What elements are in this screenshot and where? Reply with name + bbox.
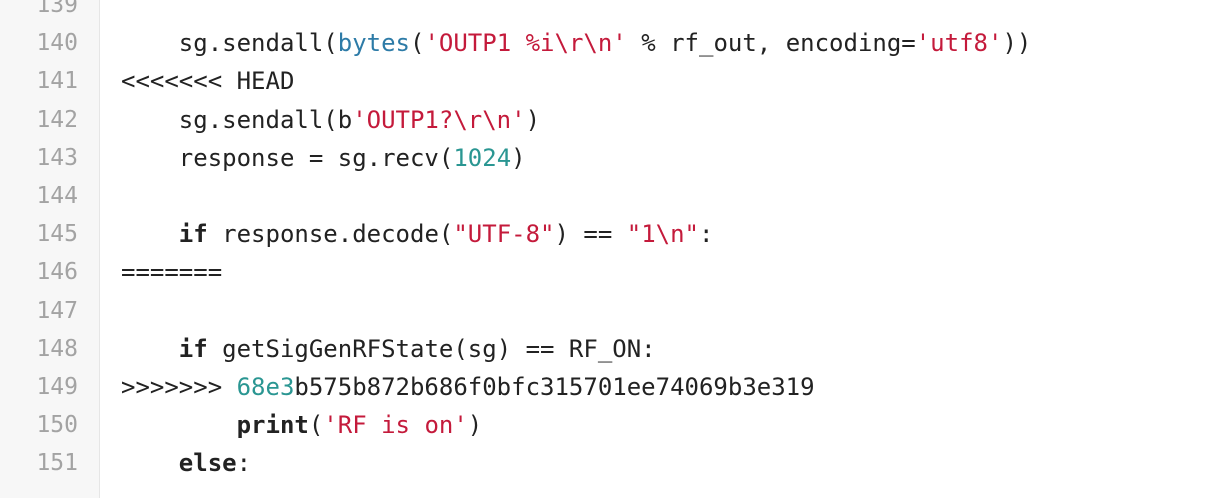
code-line: 150 print('RF is on') (0, 406, 1216, 444)
code-token: : (699, 220, 714, 249)
code-viewer: 139 140 sg.sendall(bytes('OUTP1 %i\r\n' %… (0, 0, 1216, 498)
code-token: if (178, 334, 208, 363)
code-token: 'RF is on' (323, 411, 468, 440)
code-token: else (178, 449, 237, 478)
code-text: print('RF is on') (121, 406, 483, 444)
code-token: bytes (337, 29, 410, 58)
code-token: <<<<<<< HEAD (121, 67, 295, 96)
code-text: sg.sendall(b'OUTP1?\r\n') (121, 101, 540, 139)
line-number: 150 (36, 412, 78, 439)
code-lines: 139 140 sg.sendall(bytes('OUTP1 %i\r\n' %… (0, 0, 1216, 482)
code-token: ) (467, 411, 483, 440)
code-line: 146 ======= (0, 253, 1216, 291)
line-number: 148 (36, 335, 78, 362)
code-token: 'OUTP1?\r\n' (352, 105, 526, 134)
code-line: 149 >>>>>>> 68e3b575b872b686f0bfc315701ee… (0, 368, 1216, 406)
code-line: 144 (0, 177, 1216, 215)
code-token: print (236, 411, 309, 440)
line-number: 141 (36, 68, 78, 95)
code-text: if response.decode("UTF-8") == "1\n": (121, 215, 714, 253)
code-line: 145 if response.decode("UTF-8") == "1\n"… (0, 215, 1216, 253)
code-token: >>>>>>> (121, 372, 237, 401)
code-text: if getSigGenRFState(sg) == RF_ON: (121, 330, 656, 368)
code-token: "1\n" (626, 220, 699, 249)
code-token: 'OUTP1 %i\r\n' (424, 29, 627, 58)
code-token: getSigGenRFState(sg) == RF_ON: (207, 334, 656, 363)
code-token: ( (308, 411, 324, 440)
code-text: >>>>>>> 68e3b575b872b686f0bfc315701ee740… (121, 368, 815, 406)
code-text: sg.sendall(bytes('OUTP1 %i\r\n' % rf_out… (121, 24, 1032, 62)
code-text: else: (121, 444, 251, 482)
code-token: ) (511, 143, 526, 172)
line-number: 142 (36, 106, 78, 133)
code-line: 141 <<<<<<< HEAD (0, 62, 1216, 100)
code-token: response.decode( (207, 220, 454, 249)
code-token: ) (525, 105, 541, 134)
code-token: if (178, 220, 208, 249)
code-line: 142 sg.sendall(b'OUTP1?\r\n') (0, 101, 1216, 139)
code-text: <<<<<<< HEAD (121, 62, 294, 100)
line-number: 147 (36, 297, 78, 324)
line-number: 151 (36, 450, 78, 477)
line-number: 146 (36, 259, 78, 286)
code-line: 139 (0, 0, 1216, 24)
line-number: 139 (36, 0, 78, 18)
code-line: 151 else: (0, 444, 1216, 482)
line-number: 140 (36, 30, 78, 57)
code-token: "UTF-8" (453, 220, 555, 249)
code-text: response = sg.recv(1024) (121, 139, 526, 177)
code-token: : (236, 449, 252, 478)
line-number: 149 (36, 373, 78, 400)
code-line: 143 response = sg.recv(1024) (0, 139, 1216, 177)
code-token: response = sg.recv( (121, 143, 454, 172)
code-token: sg.sendall(b (121, 105, 353, 134)
code-line: 140 sg.sendall(bytes('OUTP1 %i\r\n' % rf… (0, 24, 1216, 62)
code-line: 147 (0, 292, 1216, 330)
line-number: 144 (36, 182, 78, 209)
line-number: 145 (36, 221, 78, 248)
code-token: sg.sendall( (121, 29, 338, 58)
code-token: 'utf8' (915, 29, 1003, 58)
code-line: 148 if getSigGenRFState(sg) == RF_ON: (0, 330, 1216, 368)
code-token: 1024 (453, 143, 512, 172)
code-token: ( (410, 29, 425, 58)
code-token: )) (1002, 29, 1032, 58)
code-token: ======= (121, 258, 223, 287)
code-text: ======= (121, 253, 222, 291)
code-token: ) == (554, 220, 627, 249)
code-token: b575b872b686f0bfc315701ee74069b3e319 (294, 372, 815, 401)
code-token: % rf_out, encoding= (626, 29, 916, 58)
code-token: 68e3 (236, 372, 295, 401)
line-number: 143 (36, 144, 78, 171)
